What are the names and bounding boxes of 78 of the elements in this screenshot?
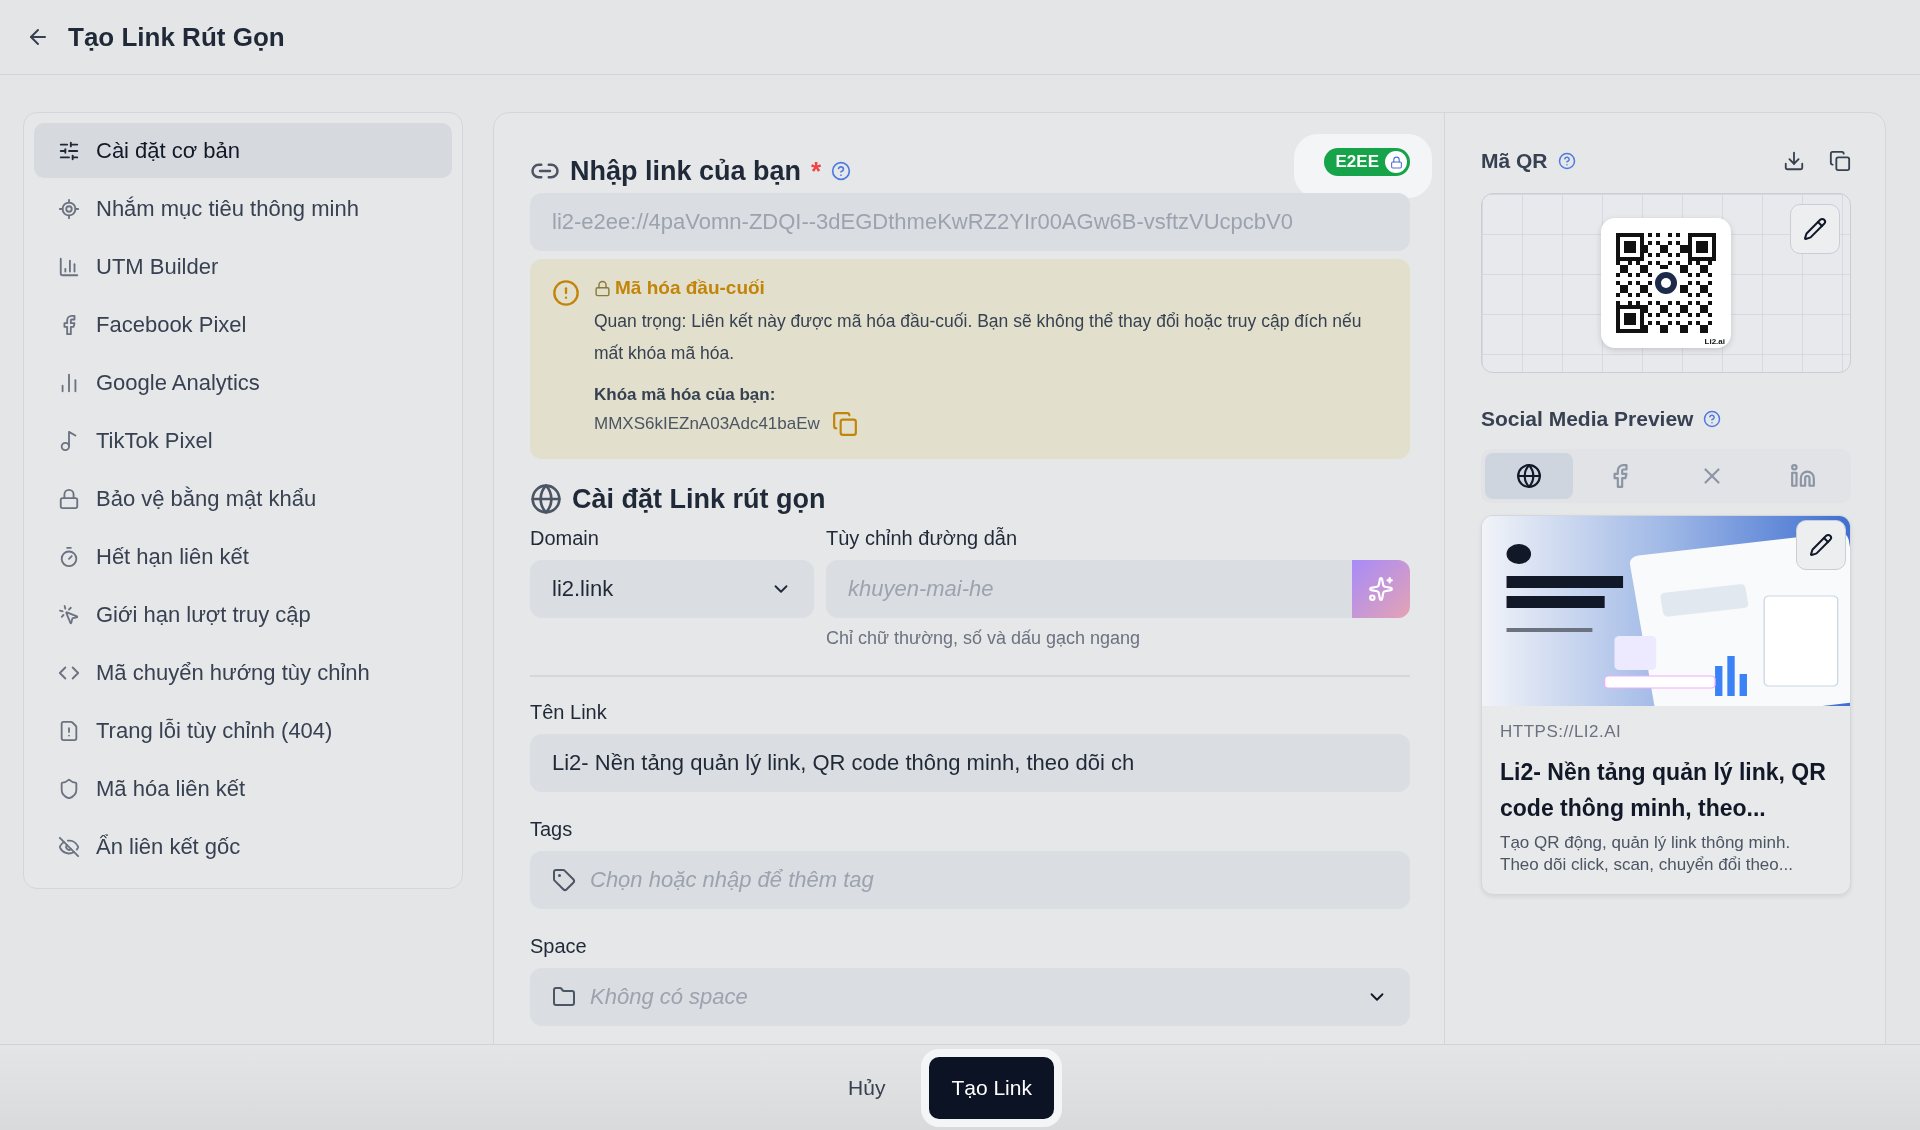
sidebar-item[interactable]: Hết hạn liên kết xyxy=(34,529,452,584)
sidebar-item-label: Nhắm mục tiêu thông minh xyxy=(96,195,359,222)
field-label: Tags xyxy=(530,818,574,841)
field-label: Space xyxy=(530,935,588,958)
pencil-icon xyxy=(1809,533,1833,557)
section-title: Nhập link của bạn xyxy=(570,155,802,187)
copy-icon[interactable] xyxy=(1829,150,1851,172)
cancel-button[interactable]: Hủy xyxy=(826,1056,908,1119)
preview-headline: Li2- Nền tảng quản lý link, QR code thông minh, theo... xyxy=(1500,758,1827,823)
sidebar-item[interactable]: Giới hạn lượt truy cập xyxy=(34,587,452,642)
help-icon[interactable] xyxy=(1703,410,1722,428)
sidebar-item[interactable]: Google Analytics xyxy=(34,355,452,410)
preview-description: Tạo QR động, quản lý link thông minh. Theo dõi click, scan, chuyển đổi theo... xyxy=(1500,832,1794,876)
sidebar-item[interactable]: Trang lỗi tùy chỉnh (404) xyxy=(34,703,452,758)
lock-icon xyxy=(1385,151,1407,173)
folder-icon xyxy=(552,985,576,1009)
sidebar-item-label: Bảo vệ bằng mật khẩu xyxy=(96,485,317,512)
key-value: MMXS6kIEZnA03Adc41baEw xyxy=(594,414,820,434)
warning-title: Mã hóa đầu-cuối xyxy=(615,277,765,299)
sidebar-item-label: Ẩn liên kết gốc xyxy=(96,833,241,860)
sidebar-item-label: Mã chuyển hướng tùy chỉnh xyxy=(96,659,370,686)
preview-title: Social Media Preview xyxy=(1481,407,1694,431)
sparkle-icon xyxy=(1368,576,1394,602)
field-label: Tùy chỉnh đường dẫn xyxy=(826,527,1019,550)
alert-icon xyxy=(552,279,580,307)
sidebar-item[interactable]: Facebook Pixel xyxy=(34,297,452,352)
field-label: Tên Link xyxy=(530,701,608,724)
edit-button[interactable] xyxy=(1796,520,1846,570)
sidebar-item-label: Cài đặt cơ bản xyxy=(96,137,241,164)
edit-button[interactable] xyxy=(1790,204,1840,254)
sidebar-item[interactable]: Cài đặt cơ bản xyxy=(34,123,452,178)
sliders-icon xyxy=(58,139,80,162)
sidebar-item-label: UTM Builder xyxy=(96,253,219,280)
globe-icon xyxy=(1515,463,1542,489)
preview-url: HTTPS://LI2.AI xyxy=(1500,722,1623,742)
sidebar-item[interactable]: Mã chuyển hướng tùy chỉnh xyxy=(34,645,452,700)
linkedin-icon xyxy=(1790,463,1817,489)
link-name-field[interactable]: Li2- Nền tảng quản lý link, QR code thông minh, theo dõi ch xyxy=(530,734,1410,792)
page-title: Tạo Link Rút Gọn xyxy=(68,21,285,53)
target-icon xyxy=(58,197,80,220)
globe-tab[interactable] xyxy=(1485,453,1573,499)
warning-message: Quan trọng: Liên kết này được mã hóa đầu-cuối. Bạn sẽ không thể thay đổi hoặc truy cập đích nếu mất khóa mã hóa. xyxy=(594,310,1363,365)
sidebar-item-label: Hết hạn liên kết xyxy=(96,543,249,570)
sparkle-button[interactable] xyxy=(1352,560,1410,618)
qr-title: Mã QR xyxy=(1481,149,1548,173)
timer-icon xyxy=(58,545,80,568)
sidebar-item[interactable]: Bảo vệ bằng mật khẩu xyxy=(34,471,452,526)
sidebar-item[interactable]: Mã hóa liên kết xyxy=(34,761,452,816)
file-warning-icon xyxy=(58,719,80,742)
required-mark: * xyxy=(811,155,822,187)
domain-select[interactable]: li2.link xyxy=(530,560,814,618)
help-icon[interactable] xyxy=(1557,152,1576,170)
sidebar-item-label: Trang lỗi tùy chỉnh (404) xyxy=(96,717,333,744)
eye-off-icon xyxy=(58,835,80,858)
bar-chart-icon xyxy=(58,255,80,278)
pencil-icon xyxy=(1803,217,1827,241)
lock-icon xyxy=(58,487,80,510)
sidebar-item-label: TikTok Pixel xyxy=(96,427,213,454)
sidebar-item[interactable]: UTM Builder xyxy=(34,239,452,294)
lock-icon xyxy=(594,279,611,297)
sidebar-item[interactable]: Ẩn liên kết gốc xyxy=(34,819,452,874)
globe-icon xyxy=(530,483,562,515)
sidebar-item-label: Giới hạn lượt truy cập xyxy=(96,601,311,628)
field-hint: Chỉ chữ thường, số và dấu gạch ngang xyxy=(826,628,1142,649)
pointer-click-icon xyxy=(58,603,80,626)
shield-icon xyxy=(58,777,80,800)
field-label: Domain xyxy=(530,527,600,550)
key-label: Khóa mã hóa của bạn: xyxy=(594,385,777,405)
tag-icon xyxy=(552,868,576,892)
section-title: Cài đặt Link rút gọn xyxy=(572,483,826,515)
sidebar-item[interactable]: Nhắm mục tiêu thông minh xyxy=(34,181,452,236)
qr-caption: Li2.ai xyxy=(1704,337,1725,346)
sidebar-item-label: Google Analytics xyxy=(96,369,260,396)
sidebar-item-label: Facebook Pixel xyxy=(96,311,247,338)
download-icon[interactable] xyxy=(1783,150,1805,172)
help-icon[interactable] xyxy=(831,161,852,181)
sidebar-item[interactable]: TikTok Pixel xyxy=(34,413,452,468)
sidebar-item-label: Mã hóa liên kết xyxy=(96,775,246,802)
